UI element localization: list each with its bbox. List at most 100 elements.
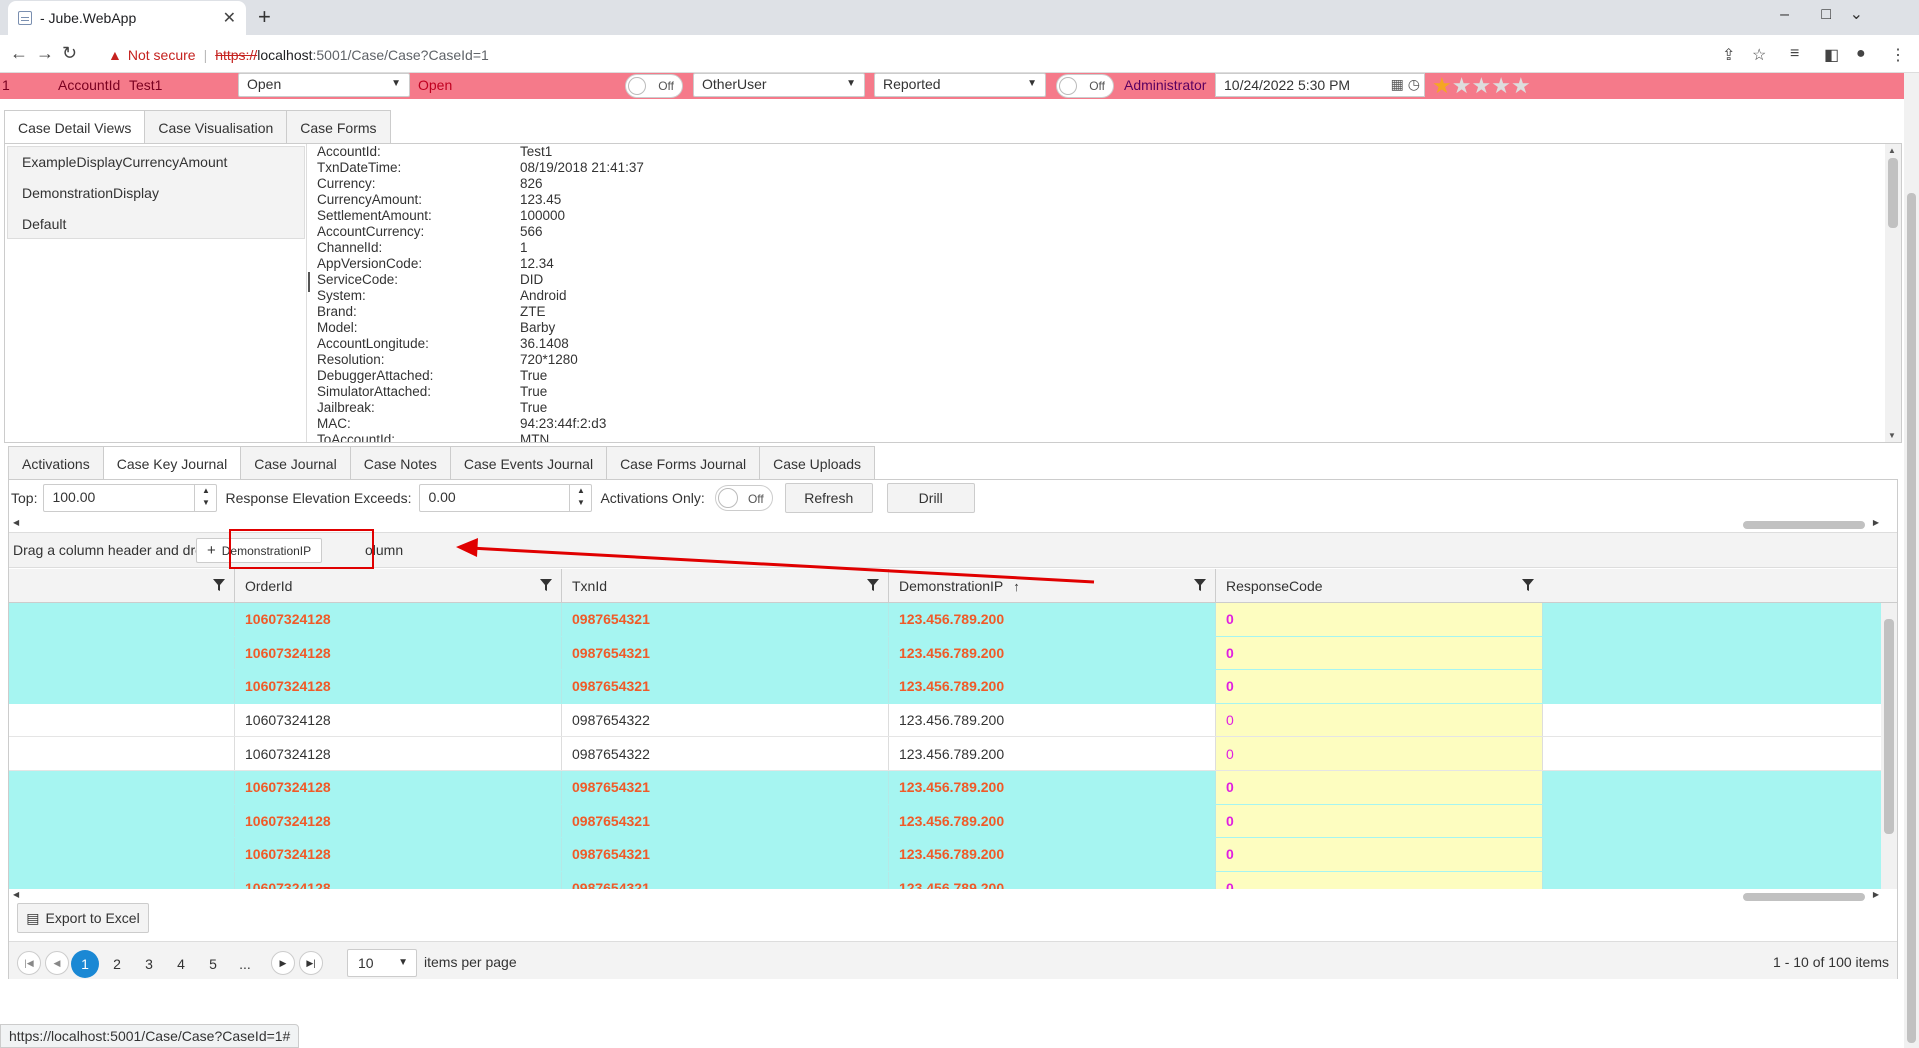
activations-toggle[interactable]: Off <box>714 485 773 511</box>
refresh-button[interactable]: Refresh <box>784 483 873 513</box>
scrollbar-thumb[interactable] <box>1888 158 1898 228</box>
first-page-icon[interactable]: |◀ <box>17 951 41 975</box>
grid-horizontal-scrollbar[interactable]: ◀ ▶ <box>11 890 1881 902</box>
new-tab-icon[interactable]: + <box>258 4 271 30</box>
view-item[interactable]: Default <box>8 209 304 240</box>
page-number[interactable]: 1 <box>71 950 99 978</box>
table-row[interactable]: 10607324128 0987654321 123.456.789.200 0 <box>9 804 1881 839</box>
tab-case-journal[interactable]: Case Journal <box>240 446 351 480</box>
scroll-left-icon[interactable]: ◀ <box>13 518 19 527</box>
page-ellipsis[interactable]: ... <box>231 950 259 978</box>
table-row[interactable]: 10607324128 0987654321 123.456.789.200 0 <box>9 770 1881 805</box>
star-icon[interactable]: ★ <box>1511 73 1531 98</box>
star-icon[interactable]: ★ <box>1432 73 1452 98</box>
tab-case-notes[interactable]: Case Notes <box>349 446 451 480</box>
page-scrollbar[interactable] <box>1904 73 1919 1048</box>
view-item[interactable]: DemonstrationDisplay <box>8 178 304 209</box>
case-diary-toggle[interactable]: Off <box>1056 74 1114 98</box>
splitter-grip[interactable] <box>308 272 310 292</box>
drill-button[interactable]: Drill <box>886 483 975 513</box>
scroll-down-icon[interactable]: ▼ <box>1888 431 1896 440</box>
table-cell-txnid: 0987654321 <box>562 603 889 636</box>
case-lock-toggle[interactable]: Off <box>625 74 683 98</box>
last-page-icon[interactable]: ▶| <box>299 951 323 975</box>
scroll-right-icon[interactable]: ▶ <box>1873 518 1879 527</box>
page-number[interactable]: 3 <box>135 950 163 978</box>
tab-activations[interactable]: Activations <box>8 446 104 480</box>
case-user-select[interactable]: OtherUser ▼ <box>693 73 865 97</box>
top-input[interactable]: 100.00 ▲ ▼ <box>43 484 218 512</box>
column-header-demonstrationip[interactable]: DemonstrationIP ↑ <box>889 569 1216 603</box>
page-size-select[interactable]: 10 ▼ <box>347 949 417 977</box>
elevation-input[interactable]: 0.00 ▲ ▼ <box>419 484 593 512</box>
filter-icon[interactable] <box>1521 577 1535 593</box>
prev-page-icon[interactable]: ◀ <box>45 951 69 975</box>
detail-scrollbar[interactable]: ▲ ▼ <box>1885 144 1901 442</box>
forward-icon[interactable]: → <box>36 43 54 64</box>
tab-case-key-journal[interactable]: Case Key Journal <box>102 446 242 480</box>
tab-case-uploads[interactable]: Case Uploads <box>759 446 876 480</box>
table-row[interactable]: 10607324128 0987654321 123.456.789.200 0 <box>9 636 1881 671</box>
scrollbar-thumb[interactable] <box>1743 893 1865 901</box>
filter-icon[interactable] <box>1193 577 1207 593</box>
chevron-down-icon[interactable]: ⌄ <box>1850 4 1863 24</box>
menu-kebab-icon[interactable]: ⋮ <box>1890 45 1906 65</box>
scrollbar-thumb[interactable] <box>1907 193 1916 1043</box>
table-row[interactable]: 10607324128 0987654321 123.456.789.200 0 <box>9 871 1881 889</box>
minimize-icon[interactable]: – <box>1780 6 1789 24</box>
filter-icon[interactable] <box>866 577 880 593</box>
url-input[interactable]: ▲ Not secure | https:// localhost :5001/… <box>108 41 1708 68</box>
reload-icon[interactable]: ↻ <box>62 43 77 64</box>
scroll-up-icon[interactable]: ▲ <box>1888 146 1896 155</box>
reading-list-icon[interactable]: ≡ <box>1790 45 1799 63</box>
scroll-left-icon[interactable]: ◀ <box>13 890 19 899</box>
filter-icon[interactable] <box>212 577 226 593</box>
spinner-arrows-icon[interactable]: ▲ ▼ <box>194 485 216 511</box>
case-rating[interactable]: ★★★★★ <box>1432 73 1531 99</box>
next-page-icon[interactable]: ▶ <box>271 951 295 975</box>
star-icon[interactable]: ★ <box>1452 73 1472 98</box>
tab-case-detail-views[interactable]: Case Detail Views <box>4 110 146 144</box>
spinner-arrows-icon[interactable]: ▲ ▼ <box>569 485 591 511</box>
page-number[interactable]: 2 <box>103 950 131 978</box>
column-header-responsecode[interactable]: ResponseCode <box>1216 569 1543 603</box>
sort-ascending-icon[interactable]: ↑ <box>1013 579 1020 594</box>
scrollbar-thumb[interactable] <box>1743 521 1865 529</box>
export-to-excel-button[interactable]: ▤ Export to Excel <box>17 903 149 933</box>
star-icon[interactable]: ★ <box>1491 73 1511 98</box>
splitter-handle[interactable] <box>306 144 310 442</box>
table-row[interactable]: 10607324128 0987654321 123.456.789.200 0 <box>9 670 1881 704</box>
group-column-header[interactable] <box>9 569 235 603</box>
share-icon[interactable]: ⇪ <box>1722 45 1735 65</box>
table-row[interactable]: 10607324128 0987654322 123.456.789.200 0 <box>9 737 1881 771</box>
back-icon[interactable]: ← <box>10 43 28 64</box>
table-row[interactable]: 10607324128 0987654322 123.456.789.200 0 <box>9 703 1881 738</box>
column-header-orderid[interactable]: OrderId <box>235 569 562 603</box>
view-item[interactable]: ExampleDisplayCurrencyAmount <box>8 147 304 178</box>
case-date-picker[interactable]: 10/24/2022 5:30 PM ▦ ◷ <box>1215 73 1425 97</box>
scroll-right-icon[interactable]: ▶ <box>1873 890 1879 899</box>
maximize-icon[interactable]: □ <box>1821 6 1831 24</box>
page-number[interactable]: 4 <box>167 950 195 978</box>
star-icon[interactable]: ★ <box>1471 73 1491 98</box>
side-panel-icon[interactable]: ◧ <box>1824 45 1839 65</box>
tab-case-visualisation[interactable]: Case Visualisation <box>144 110 288 144</box>
page-number[interactable]: 5 <box>199 950 227 978</box>
grid-vertical-scrollbar[interactable] <box>1881 603 1897 889</box>
table-row[interactable]: 10607324128 0987654321 123.456.789.200 0 <box>9 838 1881 872</box>
case-status-select[interactable]: Open ▼ <box>238 73 410 97</box>
filter-icon[interactable] <box>539 577 553 593</box>
table-row[interactable]: 10607324128 0987654321 123.456.789.200 0 <box>9 603 1881 637</box>
close-tab-icon[interactable]: ✕ <box>223 8 236 28</box>
calendar-clock-icon[interactable]: ▦ ◷ <box>1391 76 1420 93</box>
profile-avatar-icon[interactable]: ● <box>1856 45 1866 63</box>
case-state-select[interactable]: Reported ▼ <box>874 73 1046 97</box>
scrollbar-thumb[interactable] <box>1884 619 1894 834</box>
page-size-value: 10 <box>358 955 374 971</box>
tab-case-forms-journal[interactable]: Case Forms Journal <box>606 446 761 480</box>
tab-case-events-journal[interactable]: Case Events Journal <box>449 446 608 480</box>
column-header-txnid[interactable]: TxnId <box>562 569 889 603</box>
browser-tab[interactable]: - Jube.WebApp ✕ <box>8 1 246 35</box>
bookmark-star-icon[interactable]: ☆ <box>1752 45 1766 65</box>
tab-case-forms[interactable]: Case Forms <box>286 110 391 144</box>
